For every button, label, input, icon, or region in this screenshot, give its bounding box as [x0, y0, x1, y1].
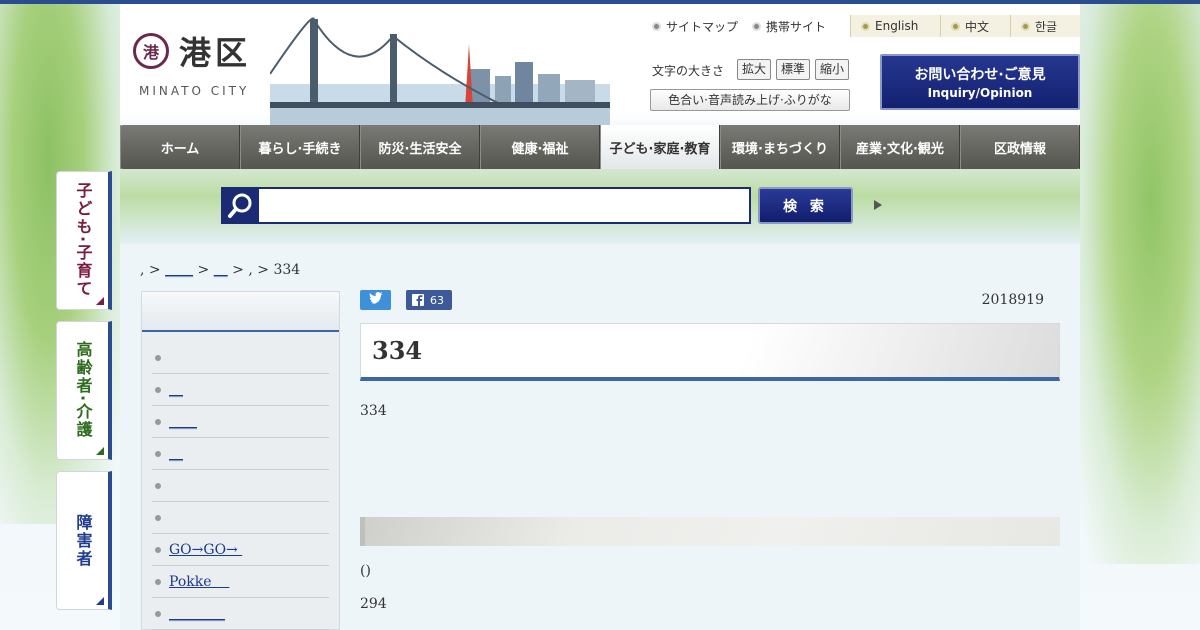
global-nav: ホーム 暮らし·手続き 防災·生活安全 健康·福祉 子ども·家庭·教育 環境·ま… [120, 125, 1080, 169]
nav-industry[interactable]: 産業·文化·観光 [840, 125, 960, 169]
bullet-icon [652, 22, 661, 31]
local-menu-item [152, 502, 329, 534]
breadcrumb: , > ____ > __ > , > 334 [140, 262, 301, 278]
accessibility-button[interactable]: 色合い·音声読み上げ·ふりがな [650, 89, 850, 111]
background-trees-right [1078, 4, 1200, 564]
local-menu-item[interactable]: ________ [152, 598, 329, 630]
minato-emblem-icon: 港 [133, 33, 169, 69]
publish-date: 2018919 [981, 292, 1044, 308]
facebook-icon [412, 294, 424, 306]
local-menu: __ ____ __ GO→GO→ Pokke ________ [141, 291, 340, 630]
search-input[interactable] [259, 187, 751, 224]
facebook-share-count: 63 [430, 293, 444, 307]
bullet-icon [155, 610, 161, 617]
breadcrumb-link[interactable]: __ [214, 262, 228, 278]
local-menu-item[interactable]: GO→GO→ [152, 534, 329, 566]
corner-arrow-icon [96, 297, 104, 305]
bullet-icon [861, 21, 870, 31]
nav-home[interactable]: ホーム [120, 125, 240, 169]
search-icon [221, 187, 259, 224]
breadcrumb-current: 334 [273, 262, 301, 278]
local-menu-item[interactable]: __ [152, 374, 329, 406]
inquiry-label-en: Inquiry/Opinion [927, 86, 1033, 100]
inquiry-label-jp: お問い合わせ·ご意見 [914, 67, 1046, 83]
sidetab-children[interactable]: 子ども·子育て [56, 171, 112, 310]
sitemap-link[interactable]: サイトマップ [652, 18, 738, 35]
font-size-label: 文字の大きさ [652, 64, 725, 78]
bullet-icon [155, 354, 161, 361]
corner-arrow-icon [96, 447, 104, 455]
breadcrumb-link[interactable]: ____ [165, 262, 193, 278]
nav-living[interactable]: 暮らし·手続き [240, 125, 360, 169]
nav-safety[interactable]: 防災·生活安全 [360, 125, 480, 169]
logo-text: 港区 [179, 34, 252, 72]
bullet-icon [155, 482, 161, 489]
nav-government[interactable]: 区政情報 [960, 125, 1080, 169]
body-text: () [360, 563, 371, 579]
bullet-icon [155, 450, 161, 457]
page-title: 334 [372, 336, 423, 365]
local-menu-item[interactable]: __ [152, 438, 329, 470]
language-korean-link[interactable]: 한글 [1010, 15, 1080, 37]
page-title-box: 334 [360, 323, 1060, 381]
font-size-reduce-button[interactable]: 縮小 [815, 59, 850, 80]
twitter-icon [369, 292, 383, 304]
bullet-icon [752, 22, 761, 31]
mobile-site-link[interactable]: 携帯サイト [752, 18, 826, 35]
language-chinese-link[interactable]: 中文 [940, 15, 1010, 37]
facebook-share-button[interactable]: 63 [406, 290, 452, 310]
local-menu-item [152, 470, 329, 502]
section-heading-bar [360, 517, 1060, 546]
local-menu-item[interactable]: ____ [152, 406, 329, 438]
twitter-share-button[interactable] [360, 290, 391, 310]
nav-environment[interactable]: 環境·まちづくり [720, 125, 840, 169]
inquiry-button[interactable]: お問い合わせ·ご意見 Inquiry/Opinion [880, 54, 1080, 110]
nav-health[interactable]: 健康·福祉 [480, 125, 600, 169]
local-menu-item[interactable]: Pokke [152, 566, 329, 598]
local-menu-header [142, 292, 339, 332]
search-button[interactable]: 検 索 [758, 187, 853, 224]
local-menu-item [152, 342, 329, 374]
language-english-link[interactable]: English [850, 15, 940, 37]
body-text: 334 [360, 403, 387, 419]
bullet-icon [155, 514, 161, 521]
logo-english: MINATO CITY [139, 84, 250, 98]
bullet-icon [951, 21, 960, 31]
bullet-icon [155, 386, 161, 393]
font-size-enlarge-button[interactable]: 拡大 [737, 59, 772, 80]
font-size-standard-button[interactable]: 標準 [776, 59, 811, 80]
nav-children[interactable]: 子ども·家庭·教育 [600, 125, 720, 169]
sidetab-disabilities[interactable]: 障害者 [56, 471, 112, 610]
bullet-icon [1021, 21, 1030, 31]
body-text: 294 [360, 596, 387, 612]
bullet-icon [155, 418, 161, 425]
bullet-icon [155, 546, 161, 553]
site-logo[interactable]: 港 港区 [133, 28, 251, 74]
corner-arrow-icon [96, 597, 104, 605]
bullet-icon [155, 578, 161, 585]
search-options-arrow-icon[interactable] [874, 200, 882, 210]
bridge-skyline-illustration [270, 17, 610, 126]
sidetab-elderly[interactable]: 高齢者·介護 [56, 321, 112, 460]
